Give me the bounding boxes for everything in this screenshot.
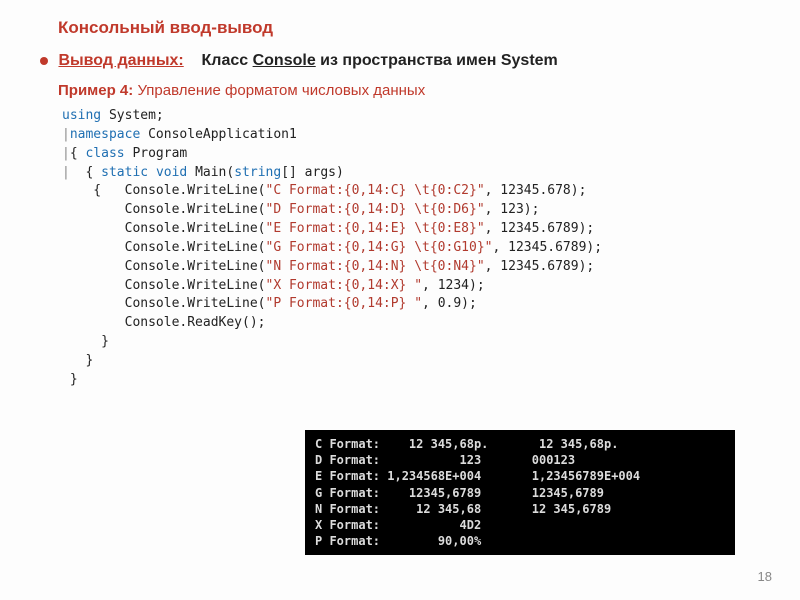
page-number: 18 (758, 569, 772, 584)
class-name: Console (253, 52, 316, 69)
bullet-icon (40, 57, 48, 65)
example-line: Пример 4: Управление форматом числовых д… (58, 82, 760, 99)
example-label: Пример 4: (58, 82, 133, 99)
code-block: using System; |namespace ConsoleApplicat… (62, 107, 760, 390)
namespace-text: из пространства имен System (320, 52, 558, 69)
example-desc: Управление форматом числовых данных (137, 82, 425, 99)
console-output: C Format: 12 345,68р. 12 345,68р. D Form… (305, 430, 735, 555)
class-prefix: Класс (202, 52, 249, 69)
slide-title: Консольный ввод-вывод (58, 18, 760, 38)
subtitle-line: Вывод данных: Класс Console из пространс… (40, 52, 760, 70)
output-label: Вывод данных: (58, 52, 183, 69)
